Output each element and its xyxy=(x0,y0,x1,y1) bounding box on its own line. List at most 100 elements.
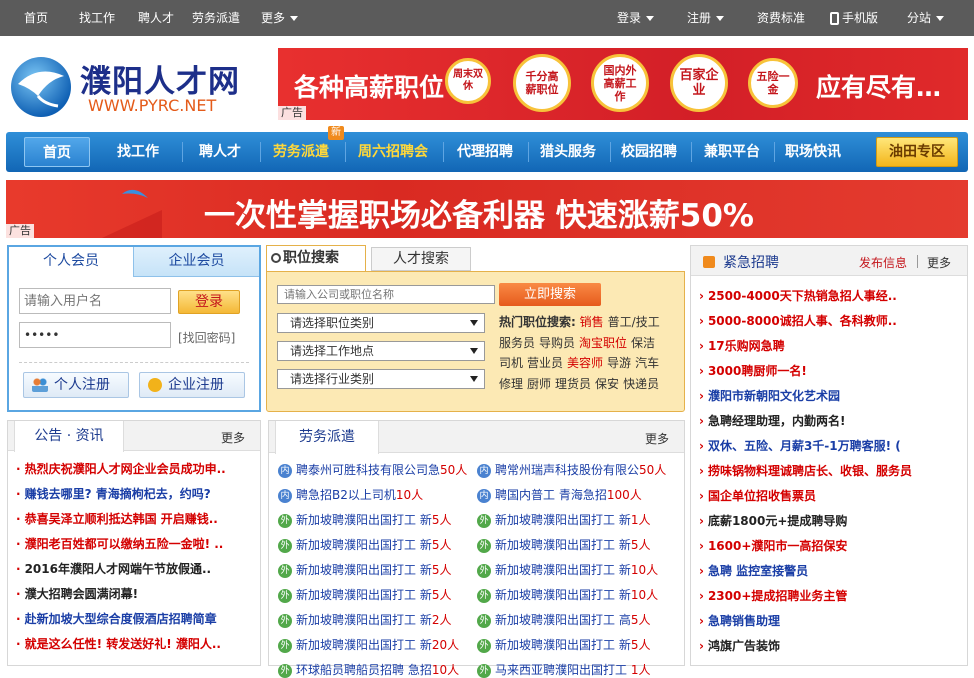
nav-oilfield-button[interactable]: 油田专区 xyxy=(876,137,958,167)
news-item[interactable]: · 恭喜吴泽立顺利抵达韩国 开启赚钱.. xyxy=(16,510,256,527)
top-link-labor[interactable]: 劳务派遣 xyxy=(192,0,240,36)
labor-more-link[interactable]: 更多 xyxy=(645,430,669,447)
news-more-link[interactable]: 更多 xyxy=(221,429,245,446)
nav-parttime[interactable]: 兼职平台 xyxy=(704,132,760,172)
hot-job-link[interactable]: 导购员 xyxy=(539,336,575,350)
publish-info-link[interactable]: 发布信息 xyxy=(859,254,907,271)
password-input[interactable] xyxy=(19,322,171,348)
urgent-item[interactable]: › 双休、五险、月薪3千-1万聘客服! ( xyxy=(699,437,961,454)
company-register-button[interactable]: 企业注册 xyxy=(139,372,245,398)
branch-dropdown[interactable]: 分站 xyxy=(907,0,945,36)
news-item[interactable]: · 赚钱去哪里? 青海摘枸杞去，约吗? xyxy=(16,485,256,502)
forgot-password-link[interactable]: [找回密码] xyxy=(178,329,235,346)
labor-item[interactable]: 内聘急招B2以上司机10人 xyxy=(278,486,474,503)
labor-item[interactable]: 内聘国内普工 青海急招100人 xyxy=(477,486,673,503)
username-input[interactable] xyxy=(19,288,171,314)
labor-tab[interactable]: 劳务派遣 xyxy=(275,421,379,454)
labor-item[interactable]: 外新加坡聘濮阳出国打工 新2人 xyxy=(278,611,474,628)
labor-item[interactable]: 外新加坡聘濮阳出国打工 新5人 xyxy=(477,536,673,553)
urgent-item[interactable]: › 2300+提成招聘业务主管 xyxy=(699,587,961,604)
register-dropdown[interactable]: 注册 xyxy=(687,0,725,36)
work-location-select[interactable]: 请选择工作地点 xyxy=(277,341,485,361)
fee-link[interactable]: 资费标准 xyxy=(757,0,805,36)
labor-item[interactable]: 外新加坡聘濮阳出国打工 高5人 xyxy=(477,611,673,628)
search-button[interactable]: 立即搜索 xyxy=(499,283,601,306)
urgent-item[interactable]: › 急聘经理助理，内勤两名! xyxy=(699,412,961,429)
job-category-select[interactable]: 请选择职位类别 xyxy=(277,313,485,333)
news-item[interactable]: · 赴新加坡大型综合度假酒店招聘简章 xyxy=(16,610,256,627)
urgent-item[interactable]: › 鸿旗广告装饰 xyxy=(699,637,961,654)
tab-company-member[interactable]: 企业会员 xyxy=(133,247,259,277)
tab-job-search[interactable]: 职位搜索 xyxy=(266,245,366,271)
search-input[interactable] xyxy=(277,285,495,304)
news-item[interactable]: · 濮阳老百姓都可以缴纳五险一金啦! .. xyxy=(16,535,256,552)
labor-item[interactable]: 内聘常州瑞声科技股份有限公50人 xyxy=(477,461,673,478)
labor-item[interactable]: 外新加坡聘濮阳出国打工 新5人 xyxy=(278,561,474,578)
hot-job-link[interactable]: 修理 xyxy=(499,377,523,391)
hot-job-link[interactable]: 保洁 xyxy=(631,336,655,350)
nav-hire[interactable]: 聘人才 xyxy=(199,132,241,172)
top-banner-ad[interactable]: 各种高薪职位 周末双休 千分高薪职位 国内外高薪工作 百家企业 五险一金 应有尽… xyxy=(278,48,968,120)
labor-item[interactable]: 外新加坡聘濮阳出国打工 新10人 xyxy=(477,586,673,603)
nav-home[interactable]: 首页 xyxy=(24,137,90,167)
top-link-hire[interactable]: 聘人才 xyxy=(138,0,174,36)
login-button[interactable]: 登录 xyxy=(178,290,240,314)
urgent-item[interactable]: › 急聘销售助理 xyxy=(699,612,961,629)
hot-job-link[interactable]: 普工/技工 xyxy=(608,315,660,329)
hot-job-link[interactable]: 导游 xyxy=(607,356,631,370)
nav-saturday-fair[interactable]: 周六招聘会 xyxy=(358,132,428,172)
labor-item[interactable]: 外新加坡聘濮阳出国打工 新1人 xyxy=(477,511,673,528)
urgent-item[interactable]: › 急聘 监控室接警员 xyxy=(699,562,961,579)
top-link-find-job[interactable]: 找工作 xyxy=(79,0,115,36)
news-item[interactable]: · 2016年濮阳人才网端午节放假通.. xyxy=(16,560,256,577)
urgent-item[interactable]: › 底薪1800元+提成聘导购 xyxy=(699,512,961,529)
personal-register-button[interactable]: 个人注册 xyxy=(23,372,129,398)
tab-talent-search[interactable]: 人才搜索 xyxy=(371,247,471,271)
labor-item[interactable]: 外新加坡聘濮阳出国打工 新5人 xyxy=(278,586,474,603)
hot-job-link[interactable]: 服务员 xyxy=(499,336,535,350)
labor-item[interactable]: 外新加坡聘濮阳出国打工 新20人 xyxy=(278,636,474,653)
urgent-more-link[interactable]: 更多 xyxy=(927,254,951,271)
hot-job-link[interactable]: 理货员 xyxy=(555,377,591,391)
labor-item[interactable]: 外新加坡聘濮阳出国打工 新5人 xyxy=(278,511,474,528)
news-tab[interactable]: 公告 · 资讯 xyxy=(14,421,124,452)
nav-agency[interactable]: 代理招聘 xyxy=(457,132,513,172)
labor-item[interactable]: 外马来西亚聘濮阳出国打工 1人 xyxy=(477,661,673,678)
hot-job-link[interactable]: 快递员 xyxy=(623,377,659,391)
urgent-item[interactable]: › 17乐购网急聘 xyxy=(699,337,961,354)
tab-personal-member[interactable]: 个人会员 xyxy=(9,247,133,277)
hot-job-link[interactable]: 淘宝职位 xyxy=(579,336,627,350)
labor-item[interactable]: 外新加坡聘濮阳出国打工 新10人 xyxy=(477,561,673,578)
labor-item[interactable]: 外新加坡聘濮阳出国打工 新5人 xyxy=(278,536,474,553)
urgent-item[interactable]: › 3000聘厨师一名! xyxy=(699,362,961,379)
mobile-link[interactable]: 手机版 xyxy=(830,0,878,36)
hot-job-link[interactable]: 销售 xyxy=(580,315,604,329)
middle-banner-ad[interactable]: 一次性掌握职场必备利器 快速涨薪50% 广告 xyxy=(6,180,968,238)
urgent-item[interactable]: › 捞味锅物料理诚聘店长、收银、服务员 xyxy=(699,462,961,479)
news-item[interactable]: · 濮大招聘会圆满闭幕! xyxy=(16,585,256,602)
nav-campus[interactable]: 校园招聘 xyxy=(621,132,677,172)
labor-item[interactable]: 外环球船员聘船员招聘 急招10人 xyxy=(278,661,474,678)
labor-item[interactable]: 外新加坡聘濮阳出国打工 新5人 xyxy=(477,636,673,653)
urgent-item[interactable]: › 2500-4000天下热销急招人事经.. xyxy=(699,287,961,304)
labor-item[interactable]: 内聘泰州可胜科技有限公司急50人 xyxy=(278,461,474,478)
urgent-item[interactable]: › 5000-8000诚招人事、各科教师.. xyxy=(699,312,961,329)
news-item[interactable]: · 热烈庆祝濮阳人才网企业会员成功申.. xyxy=(16,460,256,477)
hot-job-link[interactable]: 营业员 xyxy=(527,356,563,370)
urgent-item[interactable]: › 濮阳市新朝阳文化艺术园 xyxy=(699,387,961,404)
industry-select[interactable]: 请选择行业类别 xyxy=(277,369,485,389)
hot-job-link[interactable]: 美容师 xyxy=(567,356,603,370)
hot-job-link[interactable]: 司机 xyxy=(499,356,523,370)
top-link-more[interactable]: 更多 xyxy=(261,0,299,36)
top-link-home[interactable]: 首页 xyxy=(24,0,48,36)
hot-job-link[interactable]: 厨师 xyxy=(527,377,551,391)
login-dropdown[interactable]: 登录 xyxy=(617,0,655,36)
nav-labor[interactable]: 劳务派遣 xyxy=(273,132,329,172)
urgent-item[interactable]: › 国企单位招收售票员 xyxy=(699,487,961,504)
hot-job-link[interactable]: 汽车 xyxy=(635,356,659,370)
site-logo[interactable]: 濮阳人才网 WWW.PYRC.NET xyxy=(8,52,258,122)
urgent-item[interactable]: › 1600+濮阳市一高招保安 xyxy=(699,537,961,554)
nav-news[interactable]: 职场快讯 xyxy=(785,132,841,172)
hot-job-link[interactable]: 保安 xyxy=(595,377,619,391)
news-item[interactable]: · 就是这么任性! 转发送好礼! 濮阳人.. xyxy=(16,635,256,652)
